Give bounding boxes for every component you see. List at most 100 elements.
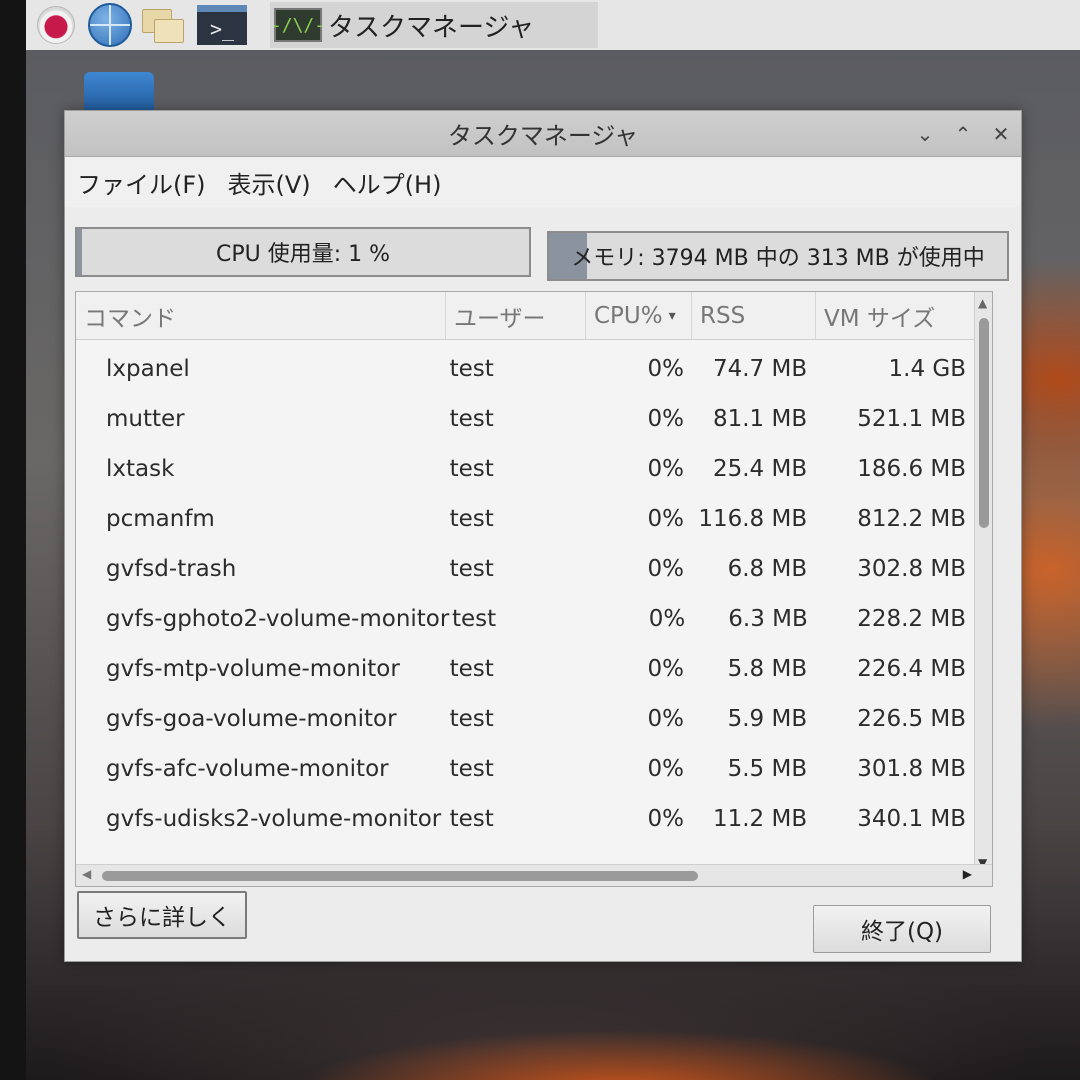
cell-rss: 74.7 MB bbox=[712, 356, 808, 382]
cpu-usage-label: CPU 使用量: 1 % bbox=[215, 242, 391, 267]
cell-cpu: 0% bbox=[647, 756, 684, 782]
menu-bar: ファイル(F) 表示(V) ヘルプ(H) bbox=[65, 157, 1021, 207]
cell-vm-size: 302.8 MB bbox=[857, 556, 967, 582]
cell-rss: 81.1 MB bbox=[712, 406, 808, 432]
process-list[interactable]: コマンド ユーザー CPU% ▾ RSS VM サイズ lxpanel test… bbox=[75, 291, 993, 887]
window-title: タスクマネージャ bbox=[447, 122, 639, 150]
column-header-cpu[interactable]: CPU% ▾ bbox=[586, 292, 692, 339]
cell-rss: 11.2 MB bbox=[712, 806, 808, 832]
cell-command: gvfs-goa-volume-monitor bbox=[106, 706, 397, 732]
cell-command: lxpanel bbox=[106, 356, 190, 382]
cell-vm-size: 226.5 MB bbox=[857, 706, 967, 732]
column-header-user[interactable]: ユーザー bbox=[446, 292, 586, 339]
cell-vm-size: 186.6 MB bbox=[857, 456, 967, 482]
process-list-header: コマンド ユーザー CPU% ▾ RSS VM サイズ bbox=[76, 292, 992, 340]
cell-cpu: 0% bbox=[647, 356, 684, 382]
cell-user: test bbox=[449, 806, 494, 832]
cell-vm-size: 301.8 MB bbox=[857, 756, 967, 782]
cell-command: gvfs-afc-volume-monitor bbox=[106, 756, 389, 782]
cell-rss: 5.5 MB bbox=[727, 756, 808, 782]
sort-descending-icon: ▾ bbox=[668, 307, 676, 324]
cell-user: test bbox=[449, 356, 494, 382]
cell-command: pcmanfm bbox=[106, 506, 215, 532]
memory-usage-meter: メモリ: 3794 MB 中の 313 MB が使用中 bbox=[547, 231, 1009, 281]
taskbar-button-task-manager[interactable]: -/\/- タスクマネージャ bbox=[270, 2, 599, 48]
cell-command: mutter bbox=[106, 406, 185, 432]
vertical-scrollbar[interactable]: ▲ ▼ bbox=[974, 292, 992, 870]
table-row[interactable]: gvfs-udisks2-volume-monitor test 0% 11.2… bbox=[76, 794, 976, 844]
cpu-usage-meter: CPU 使用量: 1 % bbox=[75, 227, 531, 277]
table-row[interactable]: mutter test 0% 81.1 MB 521.1 MB bbox=[76, 394, 976, 444]
menu-file[interactable]: ファイル(F) bbox=[77, 165, 206, 200]
column-header-rss[interactable]: RSS bbox=[692, 292, 816, 339]
table-row[interactable]: pcmanfm test 0% 116.8 MB 812.2 MB bbox=[76, 494, 976, 544]
terminal-launcher[interactable]: >_ bbox=[194, 3, 250, 47]
table-row[interactable]: gvfs-goa-volume-monitor test 0% 5.9 MB 2… bbox=[76, 694, 976, 744]
cell-vm-size: 812.2 MB bbox=[857, 506, 967, 532]
cell-vm-size: 228.2 MB bbox=[857, 606, 966, 632]
scroll-up-icon[interactable]: ▲ bbox=[978, 296, 987, 310]
cell-user: test bbox=[449, 656, 494, 682]
vertical-scroll-thumb[interactable] bbox=[979, 318, 989, 528]
terminal-icon: >_ bbox=[197, 5, 247, 45]
top-panel: >_ -/\/- タスクマネージャ bbox=[26, 0, 1080, 50]
minimize-icon[interactable]: ⌄ bbox=[915, 119, 935, 149]
cell-rss: 5.9 MB bbox=[727, 706, 808, 732]
column-header-vm-size[interactable]: VM サイズ bbox=[816, 292, 982, 339]
scroll-left-icon[interactable]: ◀ bbox=[82, 867, 91, 881]
cell-user: test bbox=[449, 556, 494, 582]
table-row[interactable]: gvfs-mtp-volume-monitor test 0% 5.8 MB 2… bbox=[76, 644, 976, 694]
cell-vm-size: 521.1 MB bbox=[857, 406, 967, 432]
cell-rss: 116.8 MB bbox=[698, 506, 808, 532]
file-manager-folders-icon bbox=[140, 5, 188, 45]
cell-cpu: 0% bbox=[647, 406, 684, 432]
raspberry-pi-menu-icon bbox=[37, 6, 75, 44]
cell-command: gvfsd-trash bbox=[106, 556, 237, 582]
raspberry-pi-menu-button[interactable] bbox=[32, 3, 80, 47]
memory-usage-label: メモリ: 3794 MB 中の 313 MB が使用中 bbox=[571, 246, 985, 271]
usage-meters: CPU 使用量: 1 % メモリ: 3794 MB 中の 313 MB が使用中 bbox=[75, 227, 1011, 281]
column-header-command[interactable]: コマンド bbox=[76, 292, 446, 339]
cell-rss: 6.3 MB bbox=[728, 606, 808, 632]
cell-rss: 6.8 MB bbox=[727, 556, 808, 582]
window-titlebar[interactable]: タスクマネージャ ⌄ ⌃ ✕ bbox=[65, 111, 1021, 157]
cell-user: test bbox=[449, 756, 494, 782]
cell-rss: 5.8 MB bbox=[727, 656, 808, 682]
cell-cpu: 0% bbox=[647, 456, 684, 482]
cell-cpu: 0% bbox=[647, 656, 684, 682]
trash-desktop-icon[interactable] bbox=[84, 72, 154, 112]
cell-vm-size: 1.4 GB bbox=[888, 356, 967, 382]
cell-cpu: 0% bbox=[648, 606, 686, 632]
horizontal-scroll-thumb[interactable] bbox=[102, 871, 698, 881]
menu-help[interactable]: ヘルプ(H) bbox=[333, 165, 442, 200]
file-manager-launcher[interactable] bbox=[140, 3, 188, 47]
quit-button[interactable]: 終了(Q) bbox=[813, 905, 991, 953]
cell-rss: 25.4 MB bbox=[712, 456, 808, 482]
cell-command: gvfs-gphoto2-volume-monitor bbox=[106, 606, 450, 632]
maximize-icon[interactable]: ⌃ bbox=[953, 119, 973, 149]
horizontal-scrollbar[interactable]: ◀ ▶ bbox=[76, 864, 992, 886]
close-icon[interactable]: ✕ bbox=[991, 119, 1011, 149]
cell-cpu: 0% bbox=[647, 506, 684, 532]
cell-vm-size: 340.1 MB bbox=[857, 806, 967, 832]
taskbar-button-label: タスクマネージャ bbox=[328, 12, 535, 43]
task-manager-graph-icon: -/\/- bbox=[271, 8, 325, 42]
table-row[interactable]: gvfs-afc-volume-monitor test 0% 5.5 MB 3… bbox=[76, 744, 976, 794]
cell-user: test bbox=[449, 706, 494, 732]
cell-user: test bbox=[449, 406, 494, 432]
cell-cpu: 0% bbox=[647, 806, 684, 832]
table-row[interactable]: gvfs-gphoto2-volume-monitor test 0% 6.3 … bbox=[76, 594, 976, 644]
scroll-right-icon[interactable]: ▶ bbox=[963, 867, 972, 881]
process-rows: lxpanel test 0% 74.7 MB 1.4 GB mutter te… bbox=[76, 344, 976, 844]
web-browser-globe-icon bbox=[88, 3, 132, 47]
table-row[interactable]: gvfsd-trash test 0% 6.8 MB 302.8 MB bbox=[76, 544, 976, 594]
more-details-button[interactable]: さらに詳しく bbox=[77, 891, 247, 939]
table-row[interactable]: lxpanel test 0% 74.7 MB 1.4 GB bbox=[76, 344, 976, 394]
web-browser-launcher[interactable] bbox=[86, 3, 134, 47]
task-manager-window: タスクマネージャ ⌄ ⌃ ✕ ファイル(F) 表示(V) ヘルプ(H) CPU … bbox=[64, 110, 1022, 962]
table-row[interactable]: lxtask test 0% 25.4 MB 186.6 MB bbox=[76, 444, 976, 494]
menu-view[interactable]: 表示(V) bbox=[228, 165, 311, 200]
cell-command: gvfs-mtp-volume-monitor bbox=[106, 656, 400, 682]
cell-cpu: 0% bbox=[647, 706, 684, 732]
cell-user: test bbox=[449, 456, 494, 482]
